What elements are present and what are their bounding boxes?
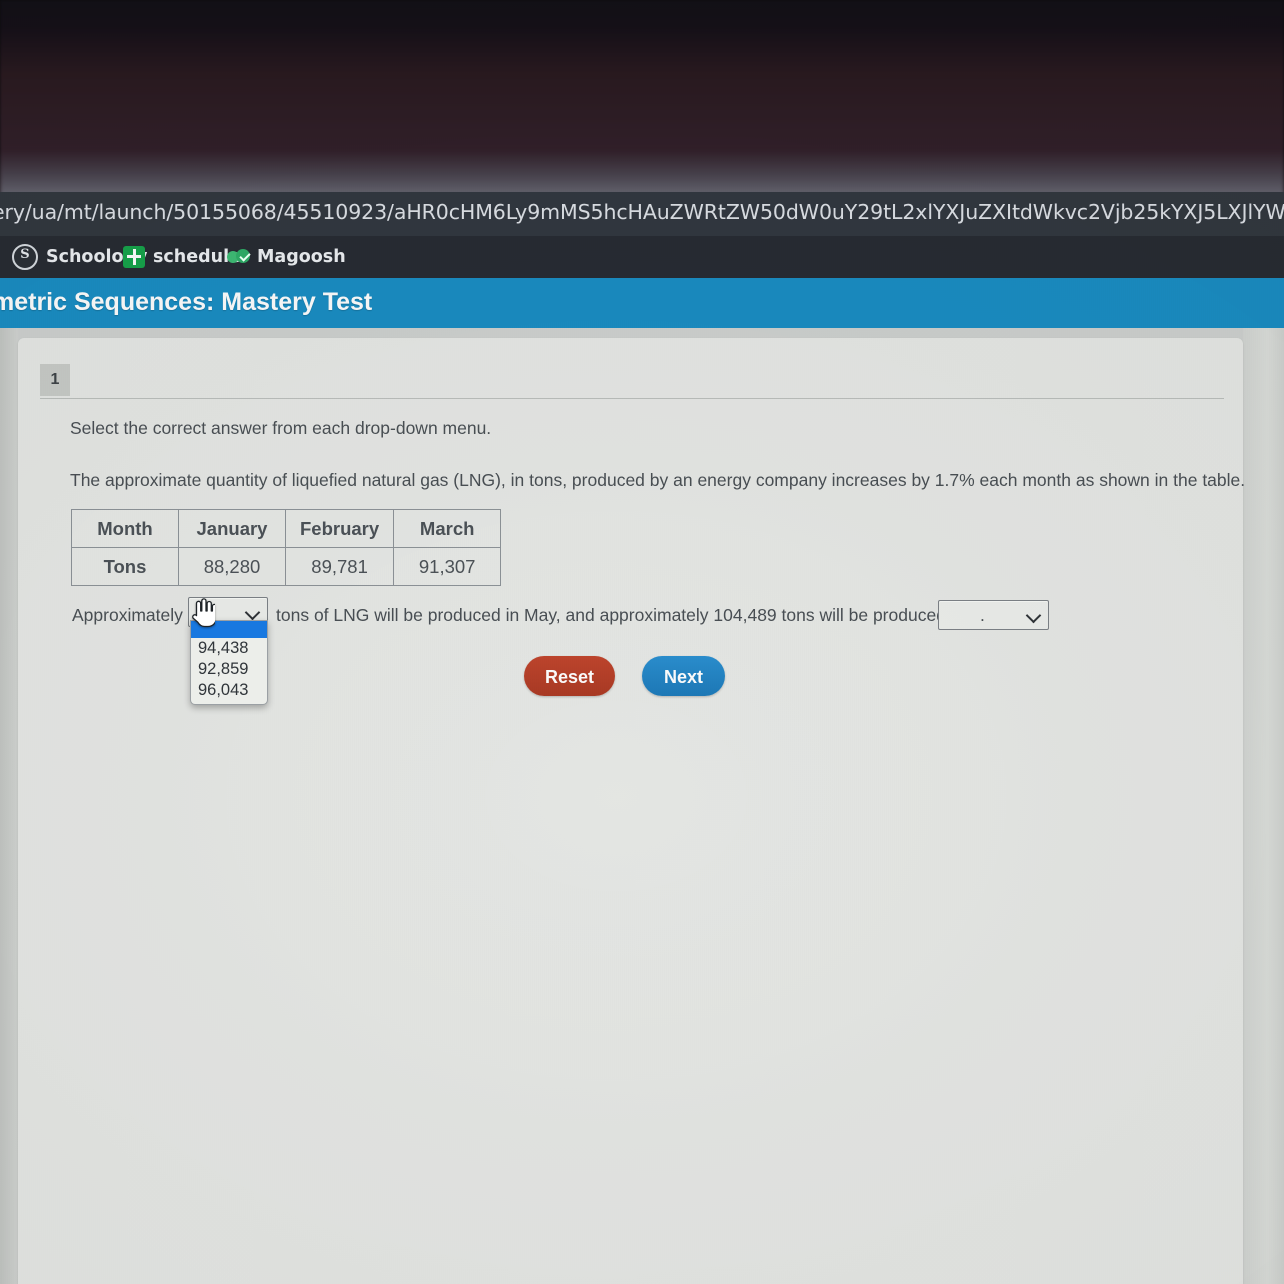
magoosh-icon: [227, 246, 251, 268]
bookmark-magoosh-label: Magoosh: [257, 247, 346, 267]
address-bar-url: ery/ua/mt/launch/50155068/45510923/aHR0c…: [0, 200, 1284, 224]
address-bar[interactable]: ery/ua/mt/launch/50155068/45510923/aHR0c…: [0, 192, 1284, 236]
question-instruction: Select the correct answer from each drop…: [70, 418, 492, 438]
next-button[interactable]: Next: [642, 656, 725, 696]
page-right-gutter: [1243, 328, 1284, 1284]
sheets-icon: [123, 246, 145, 268]
dropdown-option-3[interactable]: 96,043: [191, 680, 267, 701]
table-header-march: March: [393, 509, 502, 548]
answer-text-part3: .: [980, 605, 985, 625]
dropdown-options-list[interactable]: 94,438 92,859 96,043: [190, 620, 268, 705]
table-header-january: January: [178, 509, 286, 548]
bookmark-magoosh[interactable]: Magoosh: [227, 242, 346, 272]
browser-chrome: ery/ua/mt/launch/50155068/45510923/aHR0c…: [0, 192, 1284, 278]
question-number-badge: 1: [40, 364, 70, 396]
table-header-february: February: [284, 509, 395, 548]
question-stem: The approximate quantity of liquefied na…: [70, 470, 1246, 490]
chevron-down-icon: [1025, 607, 1042, 624]
bookmark-schedule[interactable]: schedule: [123, 242, 241, 272]
dropdown-option-2[interactable]: 92,859: [191, 659, 267, 680]
question-header-divider: [40, 398, 1224, 399]
answer-dropdown-month[interactable]: [938, 600, 1049, 630]
table-cell-february-tons: 89,781: [284, 547, 395, 586]
schoology-icon: S: [12, 244, 38, 270]
answer-text-part1: Approximately: [72, 605, 183, 625]
table-row: Tons 88,280 89,781 91,307: [71, 547, 502, 586]
lng-production-table: Month January February March Tons 88,280…: [71, 509, 502, 586]
mouse-cursor-hand-icon: [192, 598, 215, 628]
photographed-screen: ery/ua/mt/launch/50155068/45510923/aHR0c…: [0, 0, 1284, 1284]
page-title: metric Sequences: Mastery Test: [0, 288, 373, 316]
dropdown-option-1[interactable]: 94,438: [191, 638, 267, 659]
table-row-label-tons: Tons: [71, 547, 179, 586]
bookmarks-bar: S Schoology schedule Magoosh: [0, 236, 1284, 278]
chevron-down-icon: [244, 604, 261, 621]
assessment-banner: metric Sequences: Mastery Test: [0, 278, 1284, 328]
reset-button[interactable]: Reset: [524, 656, 615, 696]
table-cell-march-tons: 91,307: [393, 547, 502, 586]
page-left-gutter: [0, 328, 18, 1284]
table-header-month: Month: [71, 509, 179, 548]
table-row: Month January February March: [71, 509, 502, 548]
answer-text-part2: tons of LNG will be produced in May, and…: [276, 605, 965, 625]
table-cell-january-tons: 88,280: [178, 547, 286, 586]
bezel-sheen: [0, 150, 1284, 196]
